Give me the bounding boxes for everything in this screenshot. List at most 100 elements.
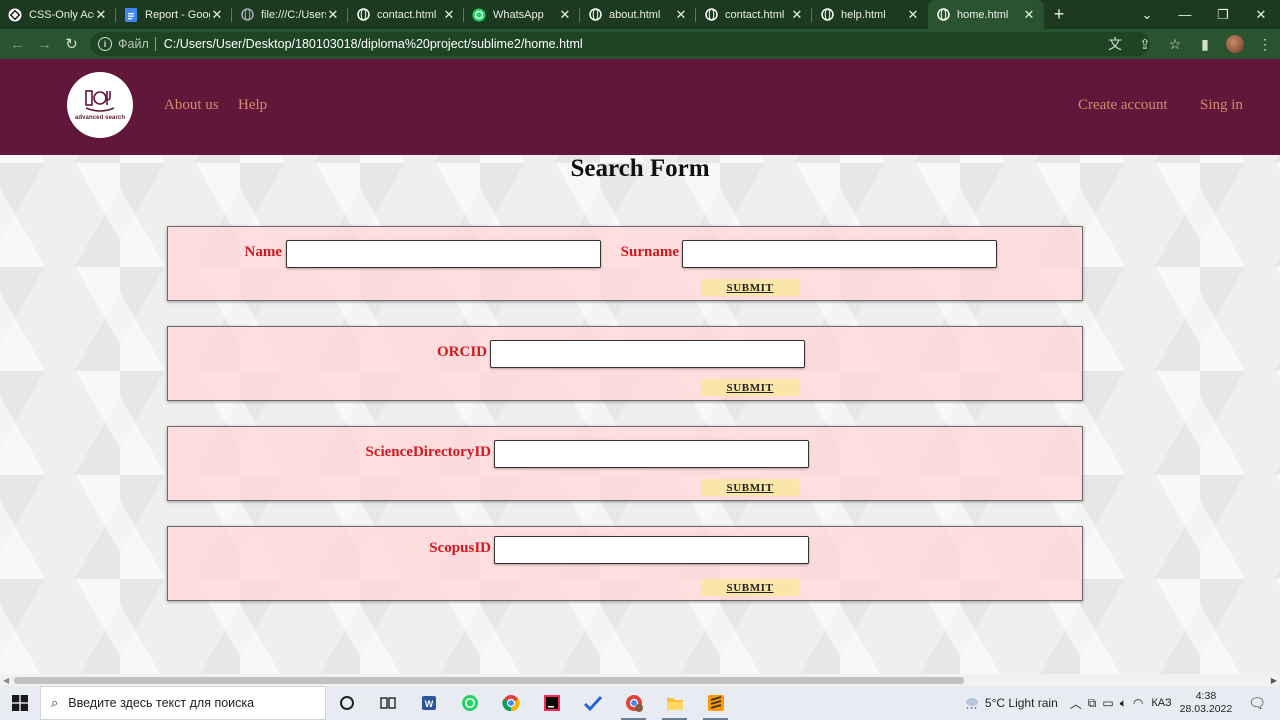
minimize-icon[interactable]: — <box>1166 0 1204 29</box>
close-icon[interactable]: ✕ <box>790 7 804 23</box>
search-panel-orcid: ORCID SUBMIT <box>167 326 1083 401</box>
browser-tab-strip: CSS-Only Acc ✕ Report - Goog ✕ file:///C… <box>0 0 1280 29</box>
close-icon[interactable]: ✕ <box>442 7 456 23</box>
name-label: Name <box>244 244 283 260</box>
browser-tab[interactable]: file:///C:/Users ✕ <box>232 0 348 29</box>
browser-tools: 文 ⇪ ☆ ▮ ⋮ <box>1100 29 1280 59</box>
codepen-icon <box>8 8 22 22</box>
close-icon[interactable]: ✕ <box>906 7 920 23</box>
chrome-icon[interactable] <box>490 686 531 720</box>
close-icon[interactable]: ✕ <box>326 7 340 23</box>
browser-tab[interactable]: help.html ✕ <box>812 0 928 29</box>
sciencedirectoryid-input[interactable] <box>494 440 809 468</box>
task-view-icon[interactable] <box>367 686 408 720</box>
globe-icon <box>356 8 370 22</box>
windows-start-icon[interactable] <box>0 686 40 720</box>
scrollbar-thumb[interactable] <box>14 677 964 684</box>
nav-create-account[interactable]: Create account <box>1078 97 1168 114</box>
file-explorer-icon[interactable] <box>654 686 695 720</box>
weather-icon <box>963 695 979 712</box>
tab-title: home.html <box>957 8 1009 21</box>
todo-icon[interactable] <box>572 686 613 720</box>
search-icon: ⌕ <box>51 695 59 710</box>
share-icon[interactable]: ⇪ <box>1130 36 1160 53</box>
bookmark-star-icon[interactable]: ☆ <box>1160 36 1190 53</box>
tab-title: CSS-Only Acc <box>29 8 94 21</box>
back-icon[interactable]: ← <box>4 29 31 59</box>
browser-tab[interactable]: Report - Goog ✕ <box>116 0 232 29</box>
close-icon[interactable]: ✕ <box>558 7 572 23</box>
info-icon[interactable]: i <box>98 37 112 51</box>
word-icon[interactable]: W <box>408 686 449 720</box>
menu-dots-icon[interactable]: ⋮ <box>1250 36 1280 53</box>
browser-tab-active[interactable]: home.html ✕ <box>928 0 1044 29</box>
browser-tab[interactable]: about.html ✕ <box>580 0 696 29</box>
sublime-text-icon[interactable] <box>695 686 736 720</box>
orcid-input[interactable] <box>490 340 805 368</box>
weather-text[interactable]: 5°C Light rain <box>985 696 1058 710</box>
globe-icon <box>936 8 950 22</box>
close-icon[interactable]: ✕ <box>674 7 688 23</box>
translate-icon[interactable]: 文 <box>1100 34 1130 54</box>
address-bar[interactable]: i Файл C:/Users/User/Desktop/180103018/d… <box>90 32 1150 56</box>
horizontal-scrollbar[interactable]: ◀ ▶ <box>0 674 1280 686</box>
volume-icon[interactable]: 🔈︎ <box>1120 696 1127 711</box>
browser-tab[interactable]: contact.html ✕ <box>696 0 812 29</box>
logo-text: advanced search <box>74 115 126 121</box>
battery-icon[interactable]: ▭ <box>1102 696 1113 710</box>
close-icon[interactable]: ✕ <box>210 7 224 23</box>
network-device-icon[interactable]: ⧉ <box>1088 696 1097 711</box>
submit-button[interactable]: SUBMIT <box>701 579 799 596</box>
submit-button[interactable]: SUBMIT <box>701 279 799 296</box>
side-panel-icon[interactable]: ▮ <box>1190 36 1220 53</box>
site-header: advanced search About us Help Create acc… <box>0 59 1280 155</box>
surname-input[interactable] <box>682 240 997 268</box>
globe-icon <box>704 8 718 22</box>
maximize-icon[interactable]: ❐ <box>1204 0 1242 29</box>
submit-button[interactable]: SUBMIT <box>701 379 799 396</box>
cortana-icon[interactable] <box>326 686 367 720</box>
taskbar-search-box[interactable]: ⌕ Введите здесь текст для поиска <box>40 686 326 720</box>
globe-icon <box>820 8 834 22</box>
language-indicator[interactable]: КАЗ <box>1151 697 1171 709</box>
intellij-icon[interactable] <box>531 686 572 720</box>
nav-sign-in[interactable]: Sing in <box>1200 97 1243 114</box>
chrome-profile-icon[interactable] <box>613 686 654 720</box>
taskbar-search-placeholder: Введите здесь текст для поиска <box>68 696 255 710</box>
submit-button[interactable]: SUBMIT <box>701 479 799 496</box>
nav-help[interactable]: Help <box>238 97 267 114</box>
globe-icon <box>240 8 254 22</box>
scroll-left-arrow-icon[interactable]: ◀ <box>3 676 9 685</box>
chevron-up-icon[interactable]: ︿ <box>1070 695 1082 712</box>
orcid-label: ORCID <box>436 344 487 360</box>
new-tab-button[interactable]: + <box>1044 0 1074 29</box>
close-icon[interactable]: ✕ <box>1022 7 1036 23</box>
tab-title: about.html <box>609 8 661 21</box>
wifi-icon[interactable]: ◠ <box>1133 696 1143 710</box>
site-logo[interactable]: advanced search <box>67 72 133 138</box>
notification-icon[interactable]: 🗨︎ <box>1248 695 1266 712</box>
page-viewport: advanced search About us Help Create acc… <box>0 59 1280 674</box>
close-icon[interactable]: ✕ <box>94 7 108 23</box>
scopusid-label: ScopusID <box>429 540 491 556</box>
name-input[interactable] <box>286 240 601 268</box>
reload-icon[interactable]: ↻ <box>58 29 85 59</box>
surname-label: Surname <box>620 244 679 260</box>
nav-about-us[interactable]: About us <box>164 97 219 114</box>
scopusid-input[interactable] <box>494 536 809 564</box>
close-window-icon[interactable]: ✕ <box>1242 0 1280 29</box>
chevron-down-icon[interactable]: ⌄ <box>1128 0 1166 29</box>
clock[interactable]: 4:38 28.03.2022 <box>1180 690 1233 716</box>
browser-tab[interactable]: CSS-Only Acc ✕ <box>0 0 116 29</box>
search-panel-name: Name Surname SUBMIT <box>167 226 1083 301</box>
search-panel-sciencedirectory: ScienceDirectoryID SUBMIT <box>167 426 1083 501</box>
profile-avatar[interactable] <box>1220 35 1250 53</box>
tab-title: contact.html <box>725 8 785 21</box>
whatsapp-icon[interactable] <box>449 686 490 720</box>
forward-icon[interactable]: → <box>31 29 58 59</box>
whatsapp-icon <box>472 8 486 22</box>
scroll-right-arrow-icon[interactable]: ▶ <box>1271 676 1277 685</box>
address-url[interactable]: C:/Users/User/Desktop/180103018/diploma%… <box>164 37 583 51</box>
browser-tab[interactable]: contact.html ✕ <box>348 0 464 29</box>
browser-tab[interactable]: WhatsApp ✕ <box>464 0 580 29</box>
